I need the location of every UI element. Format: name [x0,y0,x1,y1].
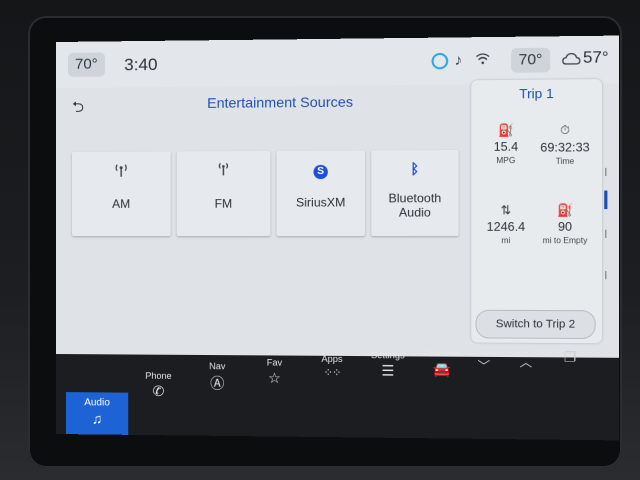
nav-label: Apps [321,353,343,365]
nav-phone[interactable]: Phone ✆ [130,365,187,428]
trip-title[interactable]: Trip 1 [471,85,602,102]
wifi-icon [475,51,490,69]
source-tile-fm[interactable]: FM [176,150,271,236]
nav-label: Phone [145,370,172,381]
nav-fav[interactable]: Fav ☆ [246,351,303,414]
radio-antenna-icon [72,161,171,180]
switch-trip-button[interactable]: Switch to Trip 2 [475,309,596,340]
stat-unit: Time [555,156,575,166]
source-tile-bluetooth[interactable]: ᛒ Bluetooth Audio [371,149,459,236]
stat-value: 15.4 [493,139,519,154]
source-tile-am[interactable]: AM [71,151,171,236]
scroll-thumb[interactable] [604,190,608,210]
chevron-down-icon[interactable]: ﹀ [478,357,491,375]
source-label: SiriusXM [295,195,346,210]
apps-grid-icon: ⁘⁘ [323,366,341,380]
stat-unit: MPG [496,155,516,166]
trip-scrollbar[interactable] [604,167,608,302]
trip-stat-mpg: ⛽ 15.4 MPG [475,123,536,165]
trip-stat-distance: ⇅ 1246.4 mi [475,203,536,245]
music-note-icon: ♫ [91,410,103,427]
trip-stat-range: ⛽ 90 mi to Empty [534,203,595,245]
star-icon: ☆ [268,369,281,386]
nav-audio[interactable]: Audio ♫ [65,392,129,439]
back-arrow-icon[interactable]: ⮌ [72,97,84,122]
stat-value: 69:32:33 [540,140,590,155]
vehicle-icon: 🚘 [432,360,452,378]
source-label: Bluetooth Audio [388,190,442,220]
navigation-icon: Ⓐ [210,375,225,392]
source-label: FM [214,196,233,211]
nav-label: Audio [84,397,110,409]
nav-label: Fav [266,357,283,368]
radio-signal-icon [177,161,271,181]
stopwatch-icon: ⏱ [560,122,570,138]
nav-label: Settings [370,350,405,361]
bottom-nav-bar: Audio ♫ Phone ✆ Nav Ⓐ Fav ☆ Apps ⁘⁘ Sett… [56,348,620,441]
trip-stat-time: ⏱ 69:32:33 Time [534,122,595,166]
left-climate-temp[interactable]: 70° [67,52,105,77]
voice-assist-icon: ♪ [454,51,463,70]
nav-label: Features [423,348,461,359]
fuel-economy-icon: ⛽ [498,123,514,138]
trip-panel: Trip 1 ⛽ 15.4 MPG ⏱ 69:32:33 Time ⇅ 1246… [471,79,603,344]
distance-road-icon: ⇅ [500,203,512,218]
right-climate-temp[interactable]: 70° [511,47,550,73]
bluetooth-icon: ᛒ [410,160,420,177]
nav-settings[interactable]: Settings ☰ [359,344,417,408]
fuel-pump-icon: ⛽ [557,202,573,218]
settings-sliders-icon: ☰ [381,362,395,379]
chevron-up-icon[interactable]: ︿ [520,353,533,371]
stat-value: 1246.4 [486,219,526,234]
nav-label: Nav [209,361,226,372]
clock: 3:40 [124,54,158,75]
phone-icon: ✆ [152,382,165,400]
alexa-icon[interactable] [431,52,449,70]
outside-temperature: 57° [582,49,609,67]
stat-unit: mi to Empty [542,235,588,246]
source-tile-siriusxm[interactable]: S SiriusXM [276,150,366,236]
cloud-weather-icon [562,51,581,70]
nav-features[interactable]: Features 🚘 [413,342,471,406]
stat-value: 90 [557,219,573,234]
infotainment-screen: 70° 3:40 ♪ 70° 57° ⮌ Entertainment Sourc… [56,35,620,441]
nav-apps[interactable]: Apps ⁘⁘ [303,348,361,411]
windows-icon[interactable]: ❐ [564,349,576,366]
source-label: AM [112,196,131,211]
siriusxm-logo-icon: S [313,164,328,180]
nav-nav[interactable]: Nav Ⓐ [189,355,246,418]
stat-unit: mi [501,235,511,246]
page-title: Entertainment Sources [207,93,354,111]
